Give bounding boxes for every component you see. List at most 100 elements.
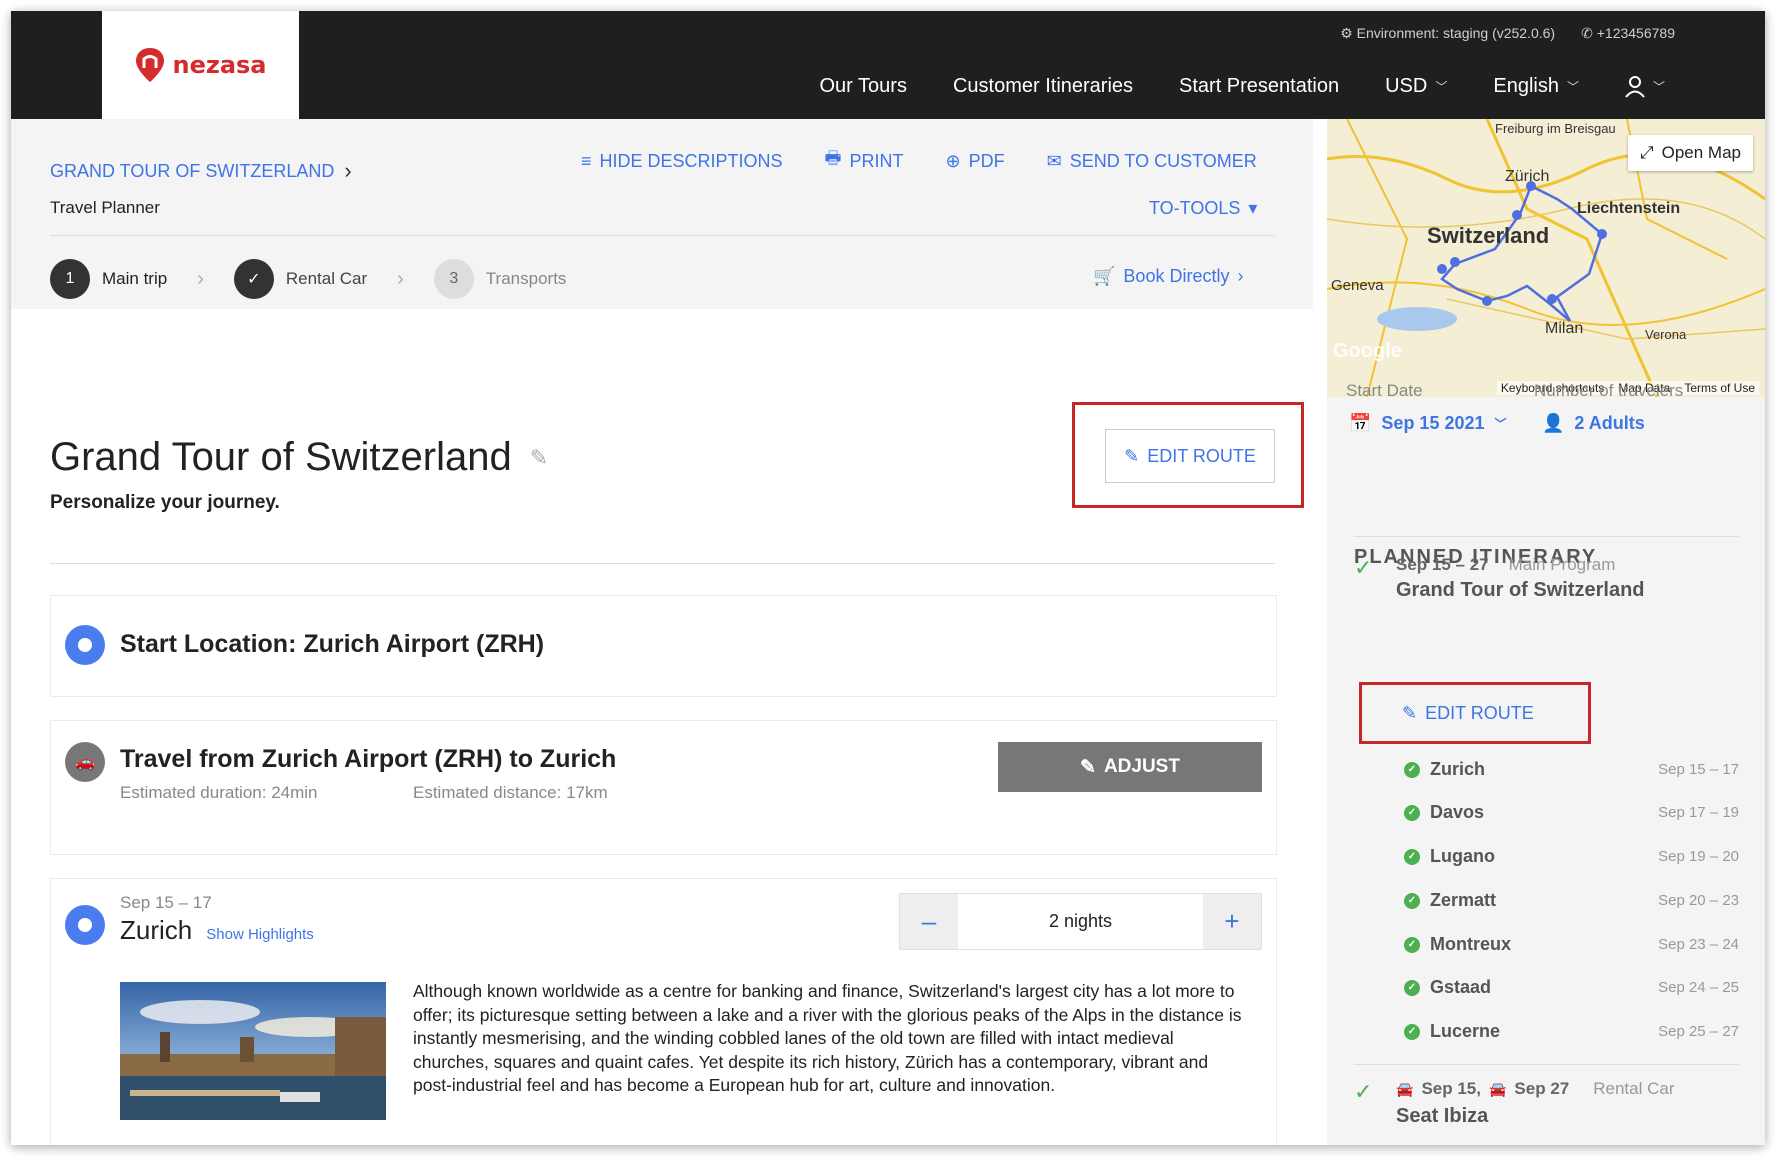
env-info: ⚙ Environment: staging (v252.0.6) ✆ +123… xyxy=(1340,25,1675,42)
itinerary-stop[interactable]: ✓ Montreux Sep 23 – 24 xyxy=(1404,934,1739,955)
nights-value: 2 nights xyxy=(1048,911,1113,931)
button-label: HIDE DESCRIPTIONS xyxy=(599,150,783,171)
button-label: PRINT xyxy=(849,150,904,171)
brand-name: nezasa xyxy=(172,51,267,79)
send-to-customer-button[interactable]: ✉ SEND TO CUSTOMER xyxy=(1047,146,1257,176)
map-label: Zürich xyxy=(1505,168,1549,185)
hide-descriptions-button[interactable]: ≡ HIDE DESCRIPTIONS xyxy=(581,146,783,176)
book-directly-link[interactable]: 🛒 Book Directly › xyxy=(1093,266,1243,287)
travelers-label: Number of travelers xyxy=(1534,381,1684,400)
start-location-title: Start Location: Zurich Airport (ZRH) xyxy=(120,630,545,658)
divider xyxy=(1354,536,1739,537)
stop-label: Zurich xyxy=(1430,759,1486,779)
car-icon: 🚘 xyxy=(1488,1080,1507,1097)
sidebar-edit-route-button[interactable]: ✎ EDIT ROUTE xyxy=(1359,682,1591,744)
user-menu[interactable]: ﹀ xyxy=(1625,75,1665,98)
send-icon: ✉ xyxy=(1046,150,1062,171)
itinerary-stop[interactable]: ✓ Zurich Sep 15 – 17 xyxy=(1404,759,1739,780)
breadcrumb[interactable]: GRAND TOUR OF SWITZERLAND › xyxy=(50,158,352,184)
transfer-card: 🚗 Travel from Zurich Airport (ZRH) to Zu… xyxy=(50,720,1277,855)
divider xyxy=(50,563,1275,564)
main-nav: Our Tours Customer Itineraries Start Pre… xyxy=(820,75,1665,98)
chevron-down-icon: ﹀ xyxy=(1494,417,1507,431)
itinerary-stop[interactable]: ✓ Lucerne Sep 25 – 27 xyxy=(1404,1021,1739,1042)
stop-dates: Sep 20 – 23 xyxy=(1658,892,1739,909)
show-highlights-link[interactable]: Show Highlights xyxy=(206,926,314,943)
start-date-label: Start Date xyxy=(1346,381,1423,400)
phone-label[interactable]: ✆ +123456789 xyxy=(1581,25,1675,42)
step-number: 3 xyxy=(433,259,474,299)
nezasa-logo-icon xyxy=(136,48,165,82)
route-map[interactable]: Freiburg im Breisgau Zürich Liechtenstei… xyxy=(1327,119,1765,397)
stop-label: Lugano xyxy=(1430,846,1495,866)
button-label: ADJUST xyxy=(1103,756,1180,777)
nav-label: Our Tours xyxy=(819,75,907,97)
decrease-nights-button[interactable]: – xyxy=(900,894,958,949)
step-number: 1 xyxy=(50,259,90,299)
caret-down-icon: ▾ xyxy=(1248,198,1258,218)
itinerary-stop[interactable]: ✓ Davos Sep 17 – 19 xyxy=(1404,802,1739,823)
nav-start-presentation[interactable]: Start Presentation xyxy=(1179,75,1339,98)
button-label: PDF xyxy=(968,150,1005,171)
breadcrumb-link[interactable]: GRAND TOUR OF SWITZERLAND xyxy=(50,161,334,182)
map-label: Verona xyxy=(1645,327,1687,342)
booking-steps: 1 Main trip › ✓ Rental Car › 3 Transport… xyxy=(50,259,566,299)
nav-label: Customer Itineraries xyxy=(952,75,1134,97)
itinerary-stop[interactable]: ✓ Lugano Sep 19 – 20 xyxy=(1404,846,1739,867)
nav-customer-itineraries[interactable]: Customer Itineraries xyxy=(953,75,1133,98)
travelers-selector[interactable]: 👤 2 Adults xyxy=(1542,413,1645,434)
check-icon: ✓ xyxy=(1404,936,1420,953)
stop-dates: Sep 24 – 25 xyxy=(1658,979,1739,996)
to-tools-dropdown[interactable]: TO-TOOLS ▾ xyxy=(1149,198,1257,219)
start-date-picker[interactable]: 📅 Sep 15 2021 ﹀ xyxy=(1349,413,1507,434)
chevron-right-icon: › xyxy=(197,267,204,290)
increase-nights-button[interactable]: + xyxy=(1203,894,1261,949)
step-rental-car[interactable]: ✓ Rental Car xyxy=(233,259,367,299)
travelers-value: 2 Adults xyxy=(1574,413,1645,433)
stop-dates: Sep 23 – 24 xyxy=(1658,936,1739,953)
map-label: Milan xyxy=(1545,320,1583,337)
terms-link[interactable]: Terms of Use xyxy=(1684,381,1755,395)
environment-text: Environment: staging (v252.0.6) xyxy=(1356,25,1556,41)
check-icon: ✓ xyxy=(1354,1079,1373,1104)
stop-dates: Sep 15 – 17 xyxy=(1658,761,1739,778)
button-label: SEND TO CUSTOMER xyxy=(1069,150,1257,171)
language-dropdown[interactable]: English ﹀ xyxy=(1493,75,1579,98)
edit-route-button[interactable]: ✎ EDIT ROUTE xyxy=(1105,429,1275,483)
nav-our-tours[interactable]: Our Tours xyxy=(820,75,907,98)
step-transports[interactable]: 3 Transports xyxy=(433,259,566,299)
divider xyxy=(1354,1064,1739,1065)
program-name: Grand Tour of Switzerland xyxy=(1396,579,1645,601)
map-label: Liechtenstein xyxy=(1577,200,1680,217)
pencil-icon[interactable]: ✎ xyxy=(530,445,548,471)
chevron-right-icon: › xyxy=(397,267,404,290)
pdf-button[interactable]: ⊕ PDF xyxy=(946,146,1005,176)
stop-name: ✓ Davos xyxy=(1404,802,1484,823)
button-label: EDIT ROUTE xyxy=(1425,702,1534,723)
program-dates: Sep 15 – 27 xyxy=(1396,555,1489,574)
step-main-trip[interactable]: 1 Main trip xyxy=(50,259,167,299)
app-window: nezasa ⚙ Environment: staging (v252.0.6)… xyxy=(11,11,1765,1145)
brand-logo[interactable]: nezasa xyxy=(102,11,299,119)
print-button[interactable]: 🖶 PRINT xyxy=(825,146,904,176)
stop-name: Zurich xyxy=(120,915,193,945)
environment-label: ⚙ Environment: staging (v252.0.6) xyxy=(1340,25,1556,41)
chevron-down-icon: ﹀ xyxy=(1566,80,1579,94)
map-label: Geneva xyxy=(1331,277,1384,294)
open-map-button[interactable]: ⤢ Open Map xyxy=(1628,135,1753,171)
itinerary-stop[interactable]: ✓ Zermatt Sep 20 – 23 xyxy=(1404,890,1739,911)
step-label: Main trip xyxy=(102,269,168,288)
city-photo-image xyxy=(120,982,386,1120)
download-icon: ⊕ xyxy=(945,150,961,171)
currency-dropdown[interactable]: USD ﹀ xyxy=(1385,75,1447,98)
check-icon: ✓ xyxy=(1404,979,1420,996)
pencil-icon: ✎ xyxy=(1080,756,1096,778)
action-toolbar: ≡ HIDE DESCRIPTIONS 🖶 PRINT ⊕ PDF ✉ SEND TO … xyxy=(581,146,1257,176)
dropdown-label: TO-TOOLS xyxy=(1149,198,1241,218)
stop-name: ✓ Lucerne xyxy=(1404,1021,1500,1042)
chevron-down-icon: ﹀ xyxy=(1435,80,1448,94)
date-value: Sep 15 2021 xyxy=(1381,413,1485,433)
stop-label: Davos xyxy=(1430,802,1485,822)
itinerary-stop[interactable]: ✓ Gstaad Sep 24 – 25 xyxy=(1404,977,1739,998)
adjust-button[interactable]: ✎ ADJUST xyxy=(998,742,1262,792)
